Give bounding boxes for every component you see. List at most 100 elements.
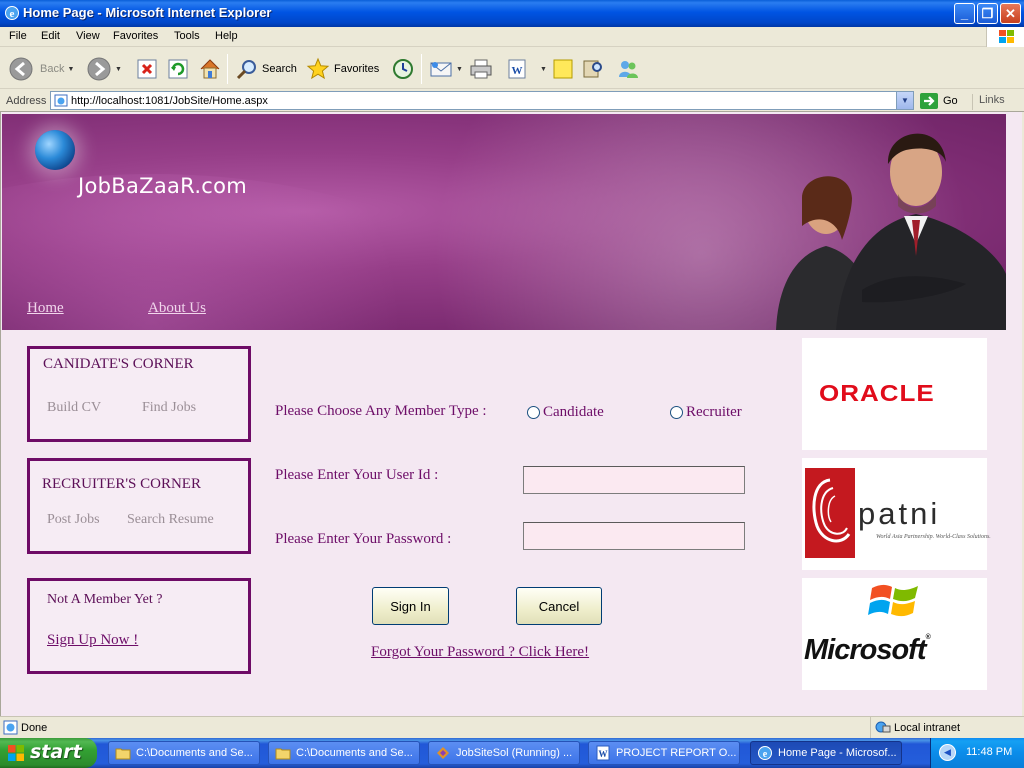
taskbar-item-label: C:\Documents and Se... [136, 747, 253, 759]
minimize-button[interactable]: _ [954, 3, 975, 24]
patni-tagline: World Asia Partnership. World-Class Solu… [876, 534, 991, 540]
research-icon [583, 60, 602, 78]
back-arrow-icon [9, 57, 33, 81]
search-resume-link[interactable]: Search Resume [127, 512, 214, 528]
radio-circle-icon [527, 406, 540, 419]
zone-label: Local intranet [894, 722, 961, 734]
build-cv-link[interactable]: Build CV [47, 400, 101, 416]
patni-logo-text: patni [858, 496, 941, 531]
menu-help[interactable]: Help [215, 30, 238, 42]
folder-icon [115, 748, 131, 760]
microsoft-logo: Microsoft® [802, 578, 987, 690]
password-input[interactable] [523, 522, 745, 550]
taskbar-item-label: Home Page - Microsof... [778, 747, 897, 759]
menu-edit[interactable]: Edit [41, 30, 60, 42]
svg-text:e: e [763, 749, 768, 760]
menu-tools[interactable]: Tools [174, 30, 200, 42]
taskbar: start C:\Documents and Se... C:\Document… [0, 738, 1024, 768]
svg-text:W: W [599, 749, 608, 759]
close-button[interactable]: ✕ [1000, 3, 1021, 24]
links-button[interactable]: Links [972, 94, 1005, 110]
internet-explorer-icon: e [758, 746, 772, 760]
taskbar-item-label: JobSiteSol (Running) ... [456, 747, 573, 759]
nav-about-link[interactable]: About Us [148, 300, 206, 317]
star-icon [306, 57, 330, 80]
sign-in-button[interactable]: Sign In [372, 587, 449, 625]
member-type-label: Please Choose Any Member Type : [275, 403, 487, 419]
search-button[interactable]: Search [235, 54, 297, 84]
research-button[interactable] [581, 54, 605, 84]
toolbar-separator [227, 54, 228, 84]
edit-button[interactable]: W ▼ [506, 54, 547, 84]
history-button[interactable] [391, 54, 415, 84]
intranet-icon [875, 721, 891, 733]
refresh-icon [168, 59, 188, 79]
back-label: Back [40, 63, 65, 75]
password-label: Please Enter Your Password : [275, 531, 452, 547]
post-jobs-link[interactable]: Post Jobs [47, 512, 100, 528]
menu-file[interactable]: File [9, 30, 27, 42]
address-bar: Address http://localhost:1081/JobSite/Ho… [0, 90, 1024, 112]
taskbar-item-visual-studio[interactable]: JobSiteSol (Running) ... [428, 741, 580, 765]
windows-flag-icon [868, 584, 918, 617]
taskbar-item-word-document[interactable]: W PROJECT REPORT O... [588, 741, 740, 765]
stop-button[interactable] [136, 54, 158, 84]
taskbar-item-folder-1[interactable]: C:\Documents and Se... [108, 741, 260, 765]
svg-text:e: e [10, 8, 15, 20]
page-viewport: JobBaZaaR.com Home About Us CANIDATE'S C… [0, 112, 1022, 716]
status-bar: Done Local intranet [0, 716, 1024, 738]
home-button[interactable] [198, 54, 222, 84]
mail-icon [430, 62, 452, 77]
menu-favorites[interactable]: Favorites [113, 30, 158, 42]
recruiter-radio[interactable]: Recruiter [670, 404, 742, 421]
page-icon [54, 94, 68, 107]
not-member-title: Not A Member Yet ? [47, 592, 163, 607]
forward-button[interactable]: ▼ [86, 54, 122, 84]
maximize-button[interactable]: ❐ [977, 3, 998, 24]
home-icon [200, 59, 220, 79]
address-dropdown-button[interactable]: ▼ [896, 92, 913, 109]
patni-logo: patni World Asia Partnership. World-Clas… [802, 458, 991, 570]
patni-emblem-icon [805, 468, 855, 558]
refresh-button[interactable] [167, 54, 189, 84]
chevron-down-icon: ▼ [540, 65, 547, 73]
forgot-password-link[interactable]: Forgot Your Password ? Click Here! [371, 644, 589, 661]
visual-studio-icon [437, 747, 449, 759]
sign-up-link[interactable]: Sign Up Now ! [47, 632, 138, 649]
word-document-icon: W [596, 745, 610, 761]
print-button[interactable] [469, 54, 493, 84]
svg-text:W: W [512, 65, 523, 77]
address-input[interactable]: http://localhost:1081/JobSite/Home.aspx … [50, 91, 914, 110]
go-button[interactable]: Go [920, 93, 958, 109]
windows-flag-icon [8, 745, 24, 761]
forward-arrow-icon [87, 57, 111, 81]
tray-expand-icon[interactable]: ◀ [939, 744, 956, 761]
oracle-logo: ORACLE [802, 338, 987, 450]
search-icon [236, 60, 256, 80]
microsoft-logo-text: Microsoft® [804, 634, 931, 667]
nav-home-link[interactable]: Home [27, 300, 64, 317]
candidate-radio[interactable]: Candidate [527, 404, 604, 421]
back-button[interactable]: Back ▼ [8, 54, 74, 84]
cancel-button[interactable]: Cancel [516, 587, 602, 625]
business-people-image [776, 133, 1006, 330]
menu-view[interactable]: View [76, 30, 100, 42]
candidate-corner-title: CANIDATE'S CORNER [43, 356, 194, 372]
messenger-button[interactable] [616, 54, 640, 84]
user-id-input[interactable] [523, 466, 745, 494]
discuss-button[interactable] [551, 54, 575, 84]
taskbar-item-folder-2[interactable]: C:\Documents and Se... [268, 741, 420, 765]
address-label: Address [6, 95, 47, 107]
windows-logo-icon [986, 27, 1024, 47]
start-label: start [30, 741, 82, 763]
menu-bar: File Edit View Favorites Tools Help [0, 27, 1024, 47]
find-jobs-link[interactable]: Find Jobs [142, 400, 196, 416]
messenger-icon [619, 61, 638, 78]
favorites-button[interactable]: Favorites [306, 54, 379, 84]
mail-button[interactable]: ▼ [429, 54, 463, 84]
taskbar-item-internet-explorer[interactable]: e Home Page - Microsof... [750, 741, 902, 765]
page-done-icon [3, 720, 18, 735]
start-button[interactable]: start [0, 738, 97, 768]
registered-mark: ® [925, 634, 931, 641]
toolbar-separator [421, 54, 422, 84]
